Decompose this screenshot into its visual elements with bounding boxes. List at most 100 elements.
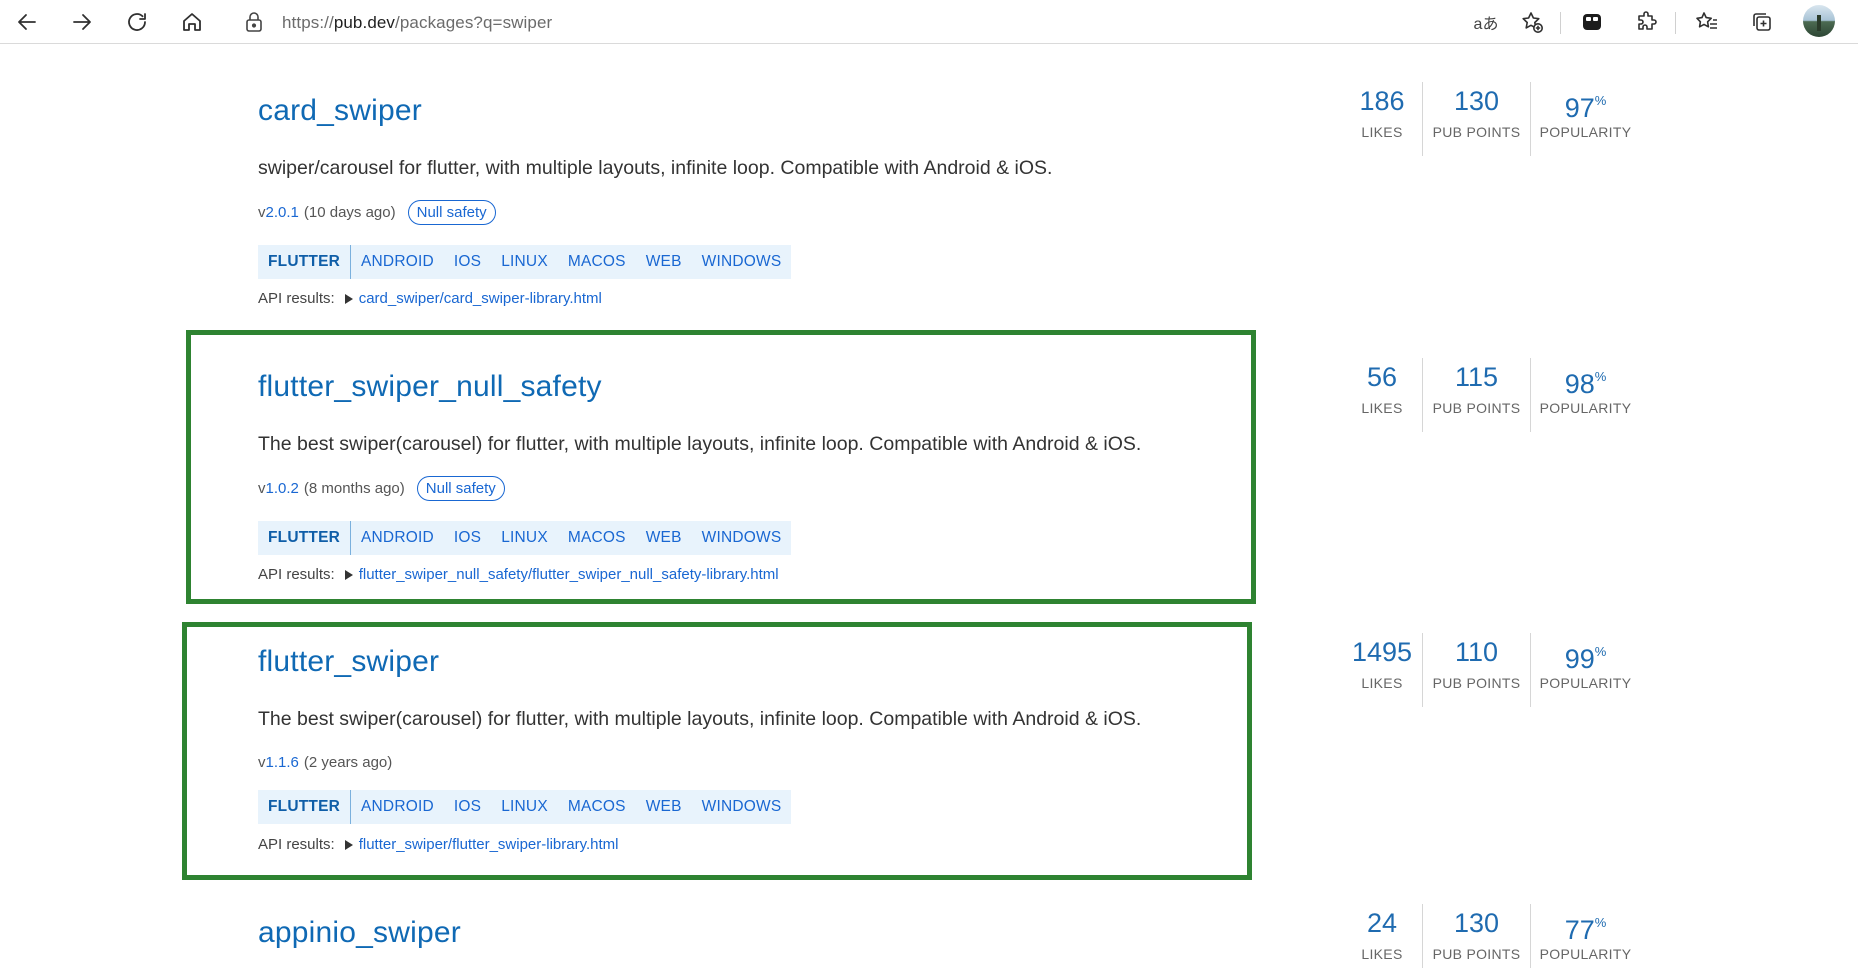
- popularity-value: 99%: [1531, 633, 1640, 674]
- platform-tags: FLUTTER ANDROID IOS LINUX MACOS WEB WIND…: [258, 245, 792, 279]
- forward-button[interactable]: [65, 5, 99, 39]
- arrow-left-icon: [18, 14, 36, 30]
- popularity-label: POPULARITY: [1539, 946, 1632, 962]
- package-stats: 186 LIKES 130 PUB POINTS 97% POPULARITY: [1342, 82, 1652, 156]
- likes-value: 56: [1366, 362, 1398, 392]
- expand-triangle-icon[interactable]: [344, 293, 353, 304]
- pub-points-label: PUB POINTS: [1432, 946, 1521, 962]
- likes-label: LIKES: [1361, 675, 1403, 691]
- percent-sign: %: [1594, 644, 1607, 659]
- likes-label: LIKES: [1361, 124, 1403, 140]
- likes-label: LIKES: [1361, 946, 1403, 962]
- tag-linux[interactable]: LINUX: [491, 245, 558, 279]
- package-stats: 56 LIKES 115 PUB POINTS 98% POPULARITY: [1342, 358, 1652, 432]
- package-version-row: v 2.0.1 (10 days ago) Null safety: [258, 200, 496, 225]
- version-prefix: v: [258, 204, 266, 221]
- back-button[interactable]: [10, 5, 44, 39]
- pub-points-label: PUB POINTS: [1432, 675, 1521, 691]
- popularity-stat: 77% POPULARITY: [1530, 904, 1640, 968]
- pub-points-value: 115: [1454, 362, 1499, 392]
- version-age: (10 days ago): [303, 204, 396, 221]
- percent-sign: %: [1594, 915, 1607, 930]
- package-description: swiper/carousel for flutter, with multip…: [258, 157, 1053, 179]
- pub-points-label: PUB POINTS: [1432, 400, 1521, 416]
- popularity-number: 99: [1564, 644, 1595, 674]
- collections-button[interactable]: [1745, 5, 1779, 39]
- browser-toolbar: https://pub.dev/packages?q=swiper aあ: [0, 0, 1858, 44]
- api-result-link[interactable]: card_swiper/card_swiper-library.html: [359, 290, 602, 307]
- profile-avatar[interactable]: [1803, 5, 1835, 37]
- likes-value: 24: [1366, 908, 1398, 938]
- likes-value: 186: [1359, 86, 1405, 116]
- avatar-image: [1817, 15, 1821, 31]
- address-bar[interactable]: https://pub.dev/packages?q=swiper: [230, 5, 1540, 39]
- popularity-label: POPULARITY: [1539, 400, 1632, 416]
- popularity-stat: 99% POPULARITY: [1530, 633, 1640, 707]
- extension-app-icon: [1583, 14, 1601, 30]
- pub-points-stat: 130 PUB POINTS: [1422, 82, 1530, 156]
- version-link[interactable]: 2.0.1: [266, 204, 299, 221]
- url-path: /packages?q=swiper: [395, 13, 553, 32]
- arrow-right-icon: [73, 14, 91, 30]
- tag-macos[interactable]: MACOS: [558, 245, 636, 279]
- popularity-label: POPULARITY: [1539, 675, 1632, 691]
- package-title-link[interactable]: appinio_swiper: [258, 916, 461, 950]
- tag-windows[interactable]: WINDOWS: [692, 245, 792, 279]
- percent-sign: %: [1594, 369, 1607, 384]
- tag-android[interactable]: ANDROID: [351, 245, 444, 279]
- popularity-number: 97: [1564, 93, 1595, 123]
- toolbar-divider: [1675, 12, 1676, 34]
- highlight-box: [186, 330, 1256, 604]
- pub-points-label: PUB POINTS: [1432, 124, 1521, 140]
- highlight-box: [182, 622, 1252, 880]
- extension-button[interactable]: [1575, 5, 1609, 39]
- star-add-icon: [1522, 12, 1543, 33]
- api-results-row: API results: card_swiper/card_swiper-lib…: [258, 290, 602, 307]
- pub-points-value: 130: [1453, 908, 1500, 938]
- popularity-value: 98%: [1531, 358, 1640, 399]
- likes-stat: 186 LIKES: [1342, 82, 1422, 156]
- extensions-button[interactable]: [1630, 5, 1664, 39]
- refresh-button[interactable]: [120, 5, 154, 39]
- home-icon: [183, 13, 201, 31]
- popularity-stat: 98% POPULARITY: [1530, 358, 1640, 432]
- toolbar-divider: [1560, 12, 1561, 34]
- popularity-stat: 97% POPULARITY: [1530, 82, 1640, 156]
- url-text[interactable]: https://pub.dev/packages?q=swiper: [282, 13, 552, 33]
- tag-web[interactable]: WEB: [636, 245, 692, 279]
- read-aloud-icon: aあ: [1473, 16, 1499, 33]
- popularity-value: 77%: [1531, 904, 1640, 945]
- favorites-button[interactable]: [1690, 5, 1724, 39]
- package-stats: 1495 LIKES 110 PUB POINTS 99% POPULARITY: [1342, 633, 1652, 707]
- pub-points-stat: 110 PUB POINTS: [1422, 633, 1530, 707]
- likes-value: 1495: [1351, 637, 1413, 667]
- refresh-icon: [128, 13, 146, 31]
- likes-stat: 1495 LIKES: [1342, 633, 1422, 707]
- likes-stat: 56 LIKES: [1342, 358, 1422, 432]
- api-results-label: API results:: [258, 290, 335, 307]
- percent-sign: %: [1594, 93, 1607, 108]
- tag-ios[interactable]: IOS: [444, 245, 491, 279]
- popularity-label: POPULARITY: [1539, 124, 1632, 140]
- home-button[interactable]: [175, 5, 209, 39]
- collections-icon: [1753, 13, 1771, 31]
- package-title-link[interactable]: card_swiper: [258, 94, 422, 128]
- lock-icon[interactable]: [244, 11, 264, 33]
- pub-points-value: 130: [1453, 86, 1500, 116]
- popularity-number: 77: [1564, 915, 1595, 945]
- read-aloud-button[interactable]: aあ: [1469, 5, 1503, 39]
- likes-stat: 24 LIKES: [1342, 904, 1422, 968]
- url-host: pub.dev: [333, 13, 396, 32]
- null-safety-badge[interactable]: Null safety: [407, 200, 496, 225]
- package-stats: 24 LIKES 130 PUB POINTS 77% POPULARITY: [1342, 904, 1652, 968]
- pub-points-stat: 130 PUB POINTS: [1422, 904, 1530, 968]
- puzzle-icon: [1638, 11, 1657, 30]
- pub-points-value: 110: [1454, 637, 1499, 667]
- likes-label: LIKES: [1361, 400, 1403, 416]
- favorites-icon: [1696, 12, 1717, 29]
- popularity-number: 98: [1564, 369, 1595, 399]
- popularity-value: 97%: [1531, 82, 1640, 123]
- pub-points-stat: 115 PUB POINTS: [1422, 358, 1530, 432]
- add-favorite-button[interactable]: [1515, 5, 1549, 39]
- tag-flutter[interactable]: FLUTTER: [258, 245, 351, 279]
